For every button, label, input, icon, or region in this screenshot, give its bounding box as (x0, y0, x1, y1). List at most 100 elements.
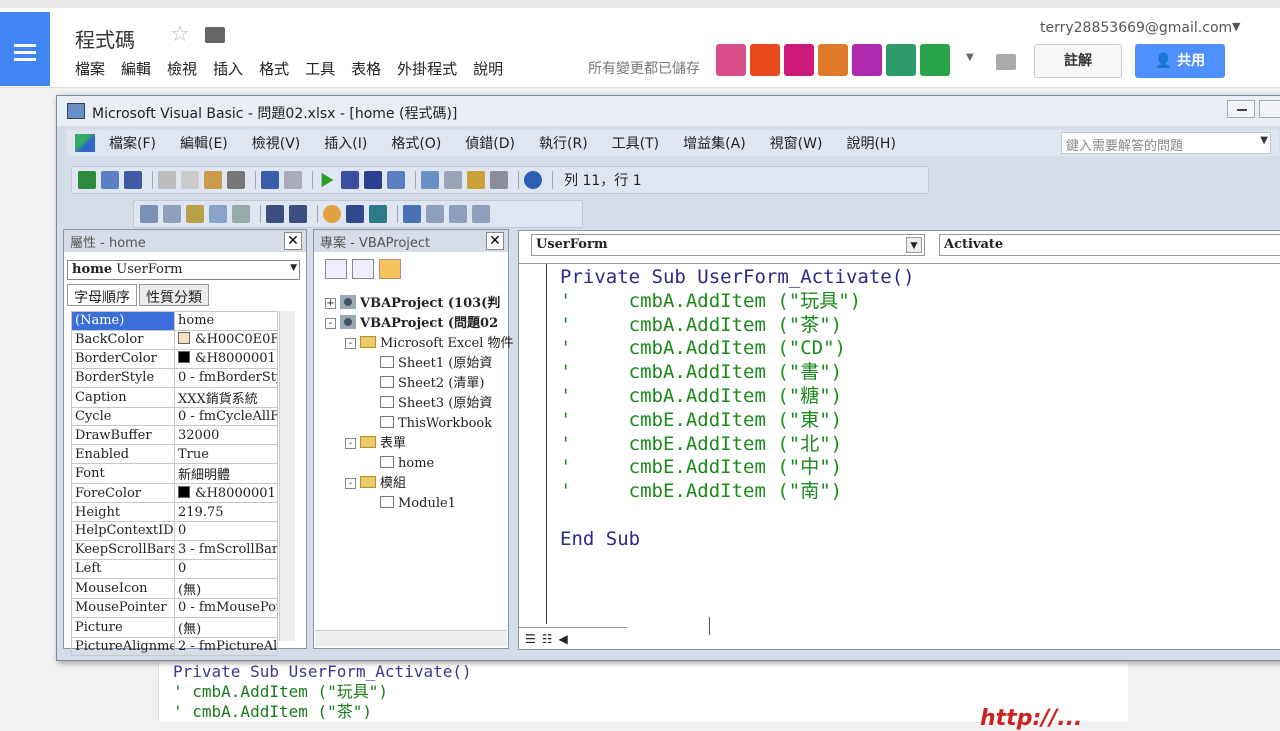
avatar[interactable] (920, 44, 950, 76)
redo-icon[interactable] (284, 171, 302, 189)
procedure-view-icon[interactable]: ☰ (525, 632, 536, 646)
tree-node[interactable]: - VBAProject (問題02 (325, 314, 498, 334)
gdocs-menu-item[interactable]: 外掛程式 (397, 58, 457, 79)
property-row[interactable]: PictureAlignment2 - fmPictureAli (71, 636, 278, 657)
tree-node[interactable]: - 表單 (345, 434, 406, 454)
tree-node[interactable]: - Microsoft Excel 物件 (345, 334, 514, 354)
view-object-icon[interactable] (352, 259, 374, 279)
vbe-menu-item[interactable]: 檢視(V) (252, 133, 301, 153)
docs-home-icon[interactable] (0, 12, 50, 86)
collapse-icon[interactable]: - (325, 318, 336, 329)
tree-node[interactable]: + VBAProject (103(判 (325, 294, 500, 314)
chevron-down-icon[interactable]: ▼ (290, 263, 297, 273)
close-icon[interactable]: ✕ (486, 232, 504, 250)
property-value[interactable]: &H00C0E0F (174, 329, 278, 350)
pause-icon[interactable] (341, 171, 359, 189)
property-row[interactable]: Font 新細明體 (71, 463, 278, 485)
share-button[interactable]: 👤 共用 (1135, 44, 1225, 78)
undo-icon[interactable] (261, 171, 279, 189)
avatar[interactable] (818, 44, 848, 76)
maximize-button[interactable] (1259, 100, 1280, 118)
property-value[interactable]: 3 - fmScrollBars (174, 539, 278, 560)
complete-word-icon[interactable] (232, 205, 250, 223)
property-row[interactable]: BorderStyle 0 - fmBorderSty (71, 367, 278, 388)
property-row[interactable]: Picture (無) (71, 616, 278, 638)
property-value[interactable]: &H8000001 (174, 348, 278, 369)
property-row[interactable]: MousePointer 0 - fmMousePoi (71, 597, 278, 618)
full-module-view-icon[interactable]: ☷ (542, 632, 553, 646)
property-row[interactable]: HelpContextID 0 (71, 521, 278, 541)
property-value[interactable]: (無) (174, 577, 278, 599)
vba-menu-icon[interactable] (75, 134, 95, 152)
tree-node[interactable]: Sheet2 (清單) (365, 374, 484, 394)
save-icon[interactable] (124, 171, 142, 189)
properties-scrollbar[interactable] (279, 311, 295, 641)
property-value[interactable]: 219.75 (174, 502, 278, 523)
vbe-menu-item[interactable]: 編輯(E) (180, 133, 228, 153)
paste-icon[interactable] (204, 171, 222, 189)
ask-question-input[interactable]: 鍵入需要解答的問題 ▼ (1061, 132, 1271, 154)
chat-icon[interactable] (996, 54, 1016, 70)
project-explorer-icon[interactable] (421, 171, 439, 189)
vbe-menu-item[interactable]: 檔案(F) (109, 133, 156, 153)
property-row[interactable]: KeepScrollBarsVi3 - fmScrollBars (71, 539, 278, 560)
design-mode-icon[interactable] (387, 171, 405, 189)
vbe-menu-item[interactable]: 插入(I) (324, 133, 367, 153)
property-row[interactable]: Height 219.75 (71, 502, 278, 523)
clear-bookmarks-icon[interactable] (472, 205, 490, 223)
toggle-bookmark-icon[interactable] (403, 205, 421, 223)
vbe-menu-item[interactable]: 工具(T) (612, 133, 659, 153)
property-value[interactable]: XXX銷貨系統 (174, 386, 278, 408)
tree-node[interactable]: home (365, 454, 434, 474)
toggle-folders-icon[interactable] (379, 259, 401, 279)
avatar[interactable] (750, 44, 780, 76)
property-row[interactable]: BorderColor &H8000001 (71, 348, 278, 369)
uncomment-block-icon[interactable] (369, 205, 387, 223)
scroll-left-icon[interactable]: ◀ (559, 632, 568, 646)
excel-icon[interactable] (78, 171, 96, 189)
object-combo[interactable]: UserForm ▼ (531, 234, 925, 256)
close-icon[interactable]: ✕ (284, 232, 302, 250)
vba-app-icon[interactable] (67, 103, 85, 119)
avatar[interactable] (784, 44, 814, 76)
property-value[interactable]: 0 - fmCycleAllF (174, 406, 278, 427)
object-selector[interactable]: home UserForm ▼ (67, 260, 300, 280)
gdocs-menu-item[interactable]: 格式 (259, 58, 289, 79)
vbe-menu-item[interactable]: 增益集(A) (683, 133, 746, 153)
property-value[interactable]: 0 - fmMousePoi (174, 597, 278, 618)
property-row[interactable]: Left 0 (71, 558, 278, 579)
list-properties-icon[interactable] (140, 205, 158, 223)
comment-block-icon[interactable] (346, 205, 364, 223)
property-row[interactable]: Enabled True (71, 444, 278, 465)
property-value[interactable]: (無) (174, 616, 278, 638)
gdocs-menu-item[interactable]: 說明 (473, 58, 503, 79)
next-bookmark-icon[interactable] (426, 205, 444, 223)
project-hscrollbar[interactable] (315, 630, 507, 646)
star-icon[interactable]: ☆ (170, 22, 190, 47)
toggle-breakpoint-icon[interactable] (323, 205, 341, 223)
property-row[interactable]: DrawBuffer 32000 (71, 425, 278, 446)
insert-userform-icon[interactable] (101, 171, 119, 189)
tab-categorized[interactable]: 性質分類 (139, 284, 209, 306)
property-value[interactable]: home (174, 311, 278, 331)
stop-icon[interactable] (364, 171, 382, 189)
property-row[interactable]: Cycle 0 - fmCycleAllF (71, 406, 278, 427)
property-value[interactable]: True (174, 444, 278, 465)
property-value[interactable]: 新細明體 (174, 463, 278, 485)
tree-node[interactable]: ThisWorkbook (365, 414, 492, 434)
account-chevron-icon[interactable]: ▼ (1232, 20, 1240, 33)
procedure-combo[interactable]: Activate (939, 234, 1280, 256)
doc-title[interactable]: 程式碼 (75, 24, 135, 53)
property-value[interactable]: 0 (174, 521, 278, 541)
copy-icon[interactable] (181, 171, 199, 189)
chevron-down-icon[interactable]: ▼ (906, 237, 922, 253)
vbe-menu-item[interactable]: 說明(H) (846, 133, 895, 153)
property-value[interactable]: 2 - fmPictureAli (174, 636, 278, 657)
gdocs-menu-item[interactable]: 編輯 (121, 58, 151, 79)
indent-icon[interactable] (266, 205, 284, 223)
list-constants-icon[interactable] (163, 205, 181, 223)
object-browser-icon[interactable] (467, 171, 485, 189)
property-row[interactable]: MouseIcon (無) (71, 577, 278, 599)
comments-button[interactable]: 註解 (1034, 44, 1122, 78)
parameter-info-icon[interactable] (209, 205, 227, 223)
